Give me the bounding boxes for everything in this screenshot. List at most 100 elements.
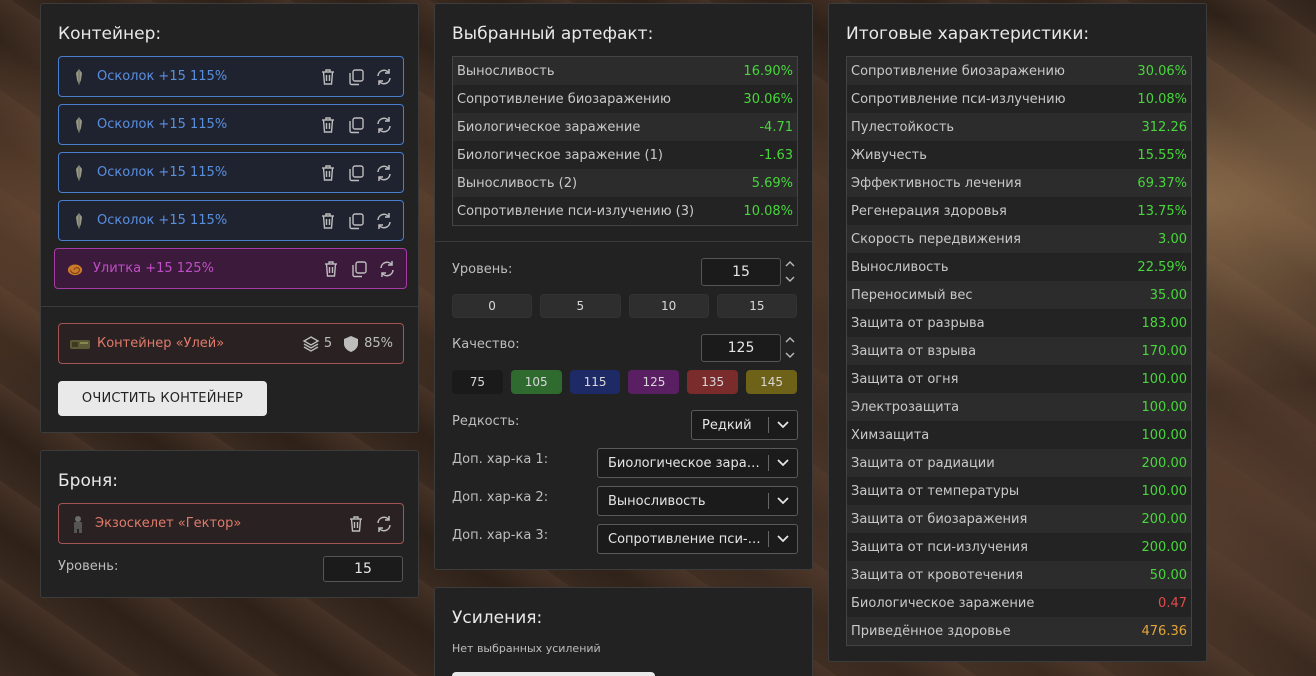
artifact-slot[interactable]: Осколок +15 115% (58, 104, 404, 145)
swap-icon[interactable] (375, 164, 393, 182)
stat-value: 30.06% (1137, 63, 1187, 79)
stat-value: 0.47 (1158, 595, 1187, 611)
artifact-title: Выбранный артефакт: (452, 24, 654, 44)
chevron-up-icon[interactable] (785, 336, 795, 345)
container-item[interactable]: Контейнер «Улей» 5 85% (58, 323, 404, 364)
stat-value: 69.37% (1137, 175, 1187, 191)
stat-row: Биологическое заражение (1) -1.63 (453, 141, 797, 169)
stat-row: Живучесть 15.55% (847, 141, 1191, 169)
rarity-select-value: Редкий (702, 417, 752, 433)
chevron-down-icon (769, 535, 797, 543)
copy-icon[interactable] (350, 260, 368, 278)
stat-name: Защита от радиации (851, 455, 995, 471)
trash-icon[interactable] (322, 260, 340, 278)
stat-value: -1.63 (759, 147, 793, 163)
rarity-select[interactable]: Редкий (691, 410, 798, 440)
quality-input[interactable] (701, 334, 781, 362)
stat-name: Биологическое заражение (457, 119, 641, 135)
level-preset-button[interactable]: 10 (628, 294, 709, 318)
stat-name: Скорость передвижения (851, 231, 1021, 247)
extra2-select[interactable]: Выносливость (597, 486, 798, 516)
armor-item[interactable]: Экзоскелет «Гектор» (58, 503, 404, 544)
swap-icon[interactable] (375, 212, 393, 230)
swap-icon[interactable] (375, 515, 393, 533)
stat-name: Регенерация здоровья (851, 203, 1007, 219)
container-slots-stat: 5 (302, 335, 332, 353)
layers-icon (302, 335, 320, 353)
container-item-label: Контейнер «Улей» (97, 336, 225, 351)
level-input[interactable] (701, 258, 781, 286)
swap-icon[interactable] (378, 260, 396, 278)
trash-icon[interactable] (319, 116, 337, 134)
stat-value: 10.08% (743, 203, 793, 219)
stat-value: 100.00 (1141, 371, 1188, 387)
quality-preset-button[interactable]: 135 (687, 370, 739, 394)
artifact-slot[interactable]: Осколок +15 115% (58, 152, 404, 193)
level-preset-button[interactable]: 15 (716, 294, 797, 318)
copy-icon[interactable] (347, 68, 365, 86)
quality-spinner[interactable] (784, 336, 796, 360)
copy-icon[interactable] (347, 116, 365, 134)
stat-value: 100.00 (1141, 399, 1188, 415)
stat-name: Переносимый вес (851, 287, 973, 303)
stat-name: Пулестойкость (851, 119, 955, 135)
artifact-slot[interactable]: Улитка +15 125% (54, 248, 407, 289)
quality-preset-button[interactable]: 115 (569, 370, 621, 394)
boosts-panel: Усиления: Нет выбранных усилений (434, 587, 813, 676)
stat-row: Сопротивление биозаражению 30.06% (847, 57, 1191, 85)
quality-preset-button[interactable]: 75 (452, 370, 503, 394)
trash-icon[interactable] (319, 164, 337, 182)
stat-row: Выносливость 22.59% (847, 253, 1191, 281)
shard-artifact-icon (71, 116, 87, 134)
quality-preset-button[interactable]: 125 (628, 370, 680, 394)
stat-name: Выносливость (2) (457, 175, 578, 191)
add-boost-button[interactable] (452, 672, 655, 676)
quality-preset-button[interactable]: 145 (746, 370, 797, 394)
level-spinner[interactable] (784, 260, 796, 284)
stat-row: Выносливость 16.90% (453, 57, 797, 85)
copy-icon[interactable] (347, 164, 365, 182)
extra3-label: Доп. хар-ка 3: (452, 528, 549, 543)
level-preset-button[interactable]: 5 (540, 294, 621, 318)
chevron-down-icon (769, 459, 797, 467)
clear-container-button[interactable]: ОЧИСТИТЬ КОНТЕЙНЕР (58, 381, 267, 416)
artifact-slot[interactable]: Осколок +15 115% (58, 56, 404, 97)
level-preset-button[interactable]: 0 (452, 294, 533, 318)
stat-row: Биологическое заражение 0.47 (847, 589, 1191, 617)
stat-value: 100.00 (1141, 483, 1188, 499)
swap-icon[interactable] (375, 68, 393, 86)
chevron-down-icon[interactable] (785, 351, 795, 360)
stat-name: Защита от кровотечения (851, 567, 1024, 583)
stat-row: Биологическое заражение -4.71 (453, 113, 797, 141)
stat-value: 22.59% (1137, 259, 1187, 275)
snail-artifact-icon (67, 260, 83, 278)
extra1-select-value: Биологическое заражение (608, 455, 768, 471)
chevron-up-icon[interactable] (785, 260, 795, 269)
trash-icon[interactable] (319, 212, 337, 230)
armor-title: Броня: (58, 471, 118, 491)
stat-name: Эффективность лечения (851, 175, 1022, 191)
stat-row: Химзащита 100.00 (847, 421, 1191, 449)
stat-name: Защита от взрыва (851, 343, 977, 359)
swap-icon[interactable] (375, 116, 393, 134)
copy-icon[interactable] (347, 212, 365, 230)
stat-name: Химзащита (851, 427, 930, 443)
armor-item-label: Экзоскелет «Гектор» (95, 516, 242, 531)
quality-preset-button[interactable]: 105 (510, 370, 562, 394)
stat-value: 312.26 (1141, 119, 1188, 135)
extra1-select[interactable]: Биологическое заражение (597, 448, 798, 478)
chevron-down-icon (769, 421, 797, 429)
extra3-select[interactable]: Сопротивление пси-излучению (597, 524, 798, 554)
quality-label: Качество: (452, 337, 520, 352)
armor-level-input[interactable] (323, 556, 403, 582)
trash-icon[interactable] (319, 68, 337, 86)
artifact-slot[interactable]: Осколок +15 115% (58, 200, 404, 241)
stat-name: Сопротивление пси-излучению (851, 91, 1066, 107)
stat-name: Сопротивление биозаражению (457, 91, 671, 107)
trash-icon[interactable] (347, 515, 365, 533)
stat-value: 200.00 (1141, 511, 1188, 527)
stat-value: 100.00 (1141, 427, 1188, 443)
stat-name: Биологическое заражение (851, 595, 1035, 611)
totals-title: Итоговые характеристики: (846, 24, 1090, 44)
chevron-down-icon[interactable] (785, 275, 795, 284)
